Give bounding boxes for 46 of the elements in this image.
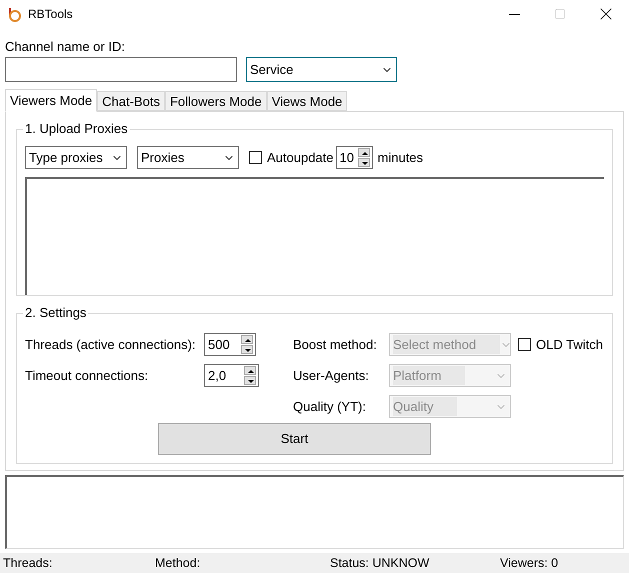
spinner-value: 500 (208, 336, 230, 354)
status-text: Method: (154, 554, 202, 572)
window-title: RBTools (28, 6, 73, 23)
setting-label: Timeout connections: (25, 366, 150, 385)
dropdown-value: Quality (393, 396, 458, 416)
setting-label: Threads (active connections): (25, 336, 197, 354)
dropdown-value: Platform (393, 366, 466, 386)
checkbox-square[interactable] (249, 151, 262, 164)
dropdown-value: Select method (393, 334, 500, 354)
channel-input[interactable] (5, 57, 237, 82)
tab[interactable]: Followers Mode (164, 91, 267, 111)
maximize-icon (554, 8, 566, 20)
log-textarea[interactable] (5, 475, 624, 549)
checkbox[interactable]: OLD Twitch (518, 334, 603, 354)
tab[interactable]: Chat-Bots (97, 91, 165, 111)
spinner-value: 10 (340, 148, 354, 167)
checkbox[interactable]: Autoupdate (249, 148, 334, 168)
setting-label: User-Agents: (293, 366, 370, 385)
app-logo-icon (6, 6, 22, 22)
setting-label: Boost method: (293, 336, 378, 354)
channel-label: Channel name or ID: (5, 38, 126, 56)
spinner-arrows-icon[interactable] (358, 148, 370, 167)
tab[interactable]: Views Mode (266, 91, 348, 111)
start-button[interactable]: Start (158, 423, 431, 455)
spinner-field[interactable]: 2,0 (204, 364, 259, 387)
dropdown-value: Type proxies (29, 148, 103, 167)
status-text: Threads: (2, 554, 54, 572)
service-value: Service (250, 60, 294, 79)
spinner-arrows-icon[interactable] (241, 335, 253, 354)
dropdown[interactable]: Type proxies (25, 146, 127, 169)
status-text: Status: UNKNOW (329, 554, 430, 572)
checkbox-label: Autoupdate (267, 148, 334, 167)
dropdown[interactable]: Proxies (137, 146, 239, 169)
spinner-value: 2,0 (208, 366, 226, 385)
service-dropdown[interactable]: Service (246, 57, 397, 82)
spinner-arrows-icon[interactable] (244, 366, 256, 385)
setting-label: Quality (YT): (293, 398, 367, 416)
dropdown-value: Proxies (141, 148, 184, 167)
checkbox-square[interactable] (518, 338, 531, 351)
spinner-field[interactable]: 10 (336, 146, 373, 169)
minutes-label: minutes (378, 148, 424, 167)
status-text: Viewers: 0 (499, 554, 558, 572)
proxies-textarea[interactable] (25, 177, 604, 295)
checkbox-label: OLD Twitch (536, 336, 603, 354)
spinner-field[interactable]: 500 (204, 333, 256, 356)
tab[interactable]: Viewers Mode (5, 89, 98, 112)
